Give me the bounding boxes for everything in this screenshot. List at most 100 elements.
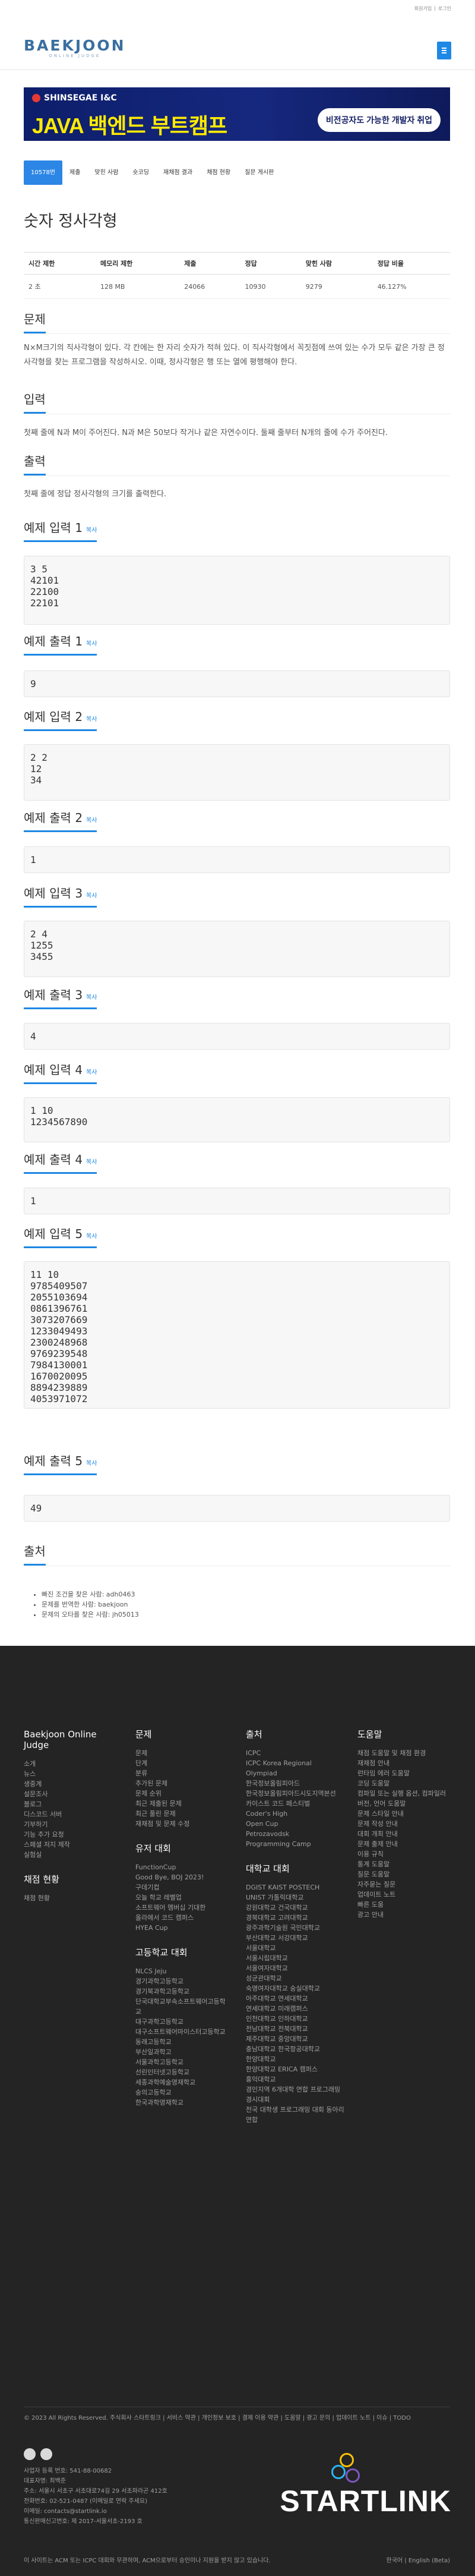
footer-link[interactable]: 올라에서 코드 캠퍼스 <box>135 1913 230 1923</box>
table-cell[interactable]: 9279 <box>300 274 373 299</box>
footer-link[interactable]: 최근 풀린 문제 <box>135 1809 230 1819</box>
footer-link[interactable]: ICPC Korea Regional <box>246 1758 347 1768</box>
tab-board[interactable]: 질문 게시판 <box>238 160 281 185</box>
footer-link[interactable]: 이메일: contacts@startlink.io <box>24 2506 167 2517</box>
footer-link[interactable]: 동래고등학교 <box>135 2037 230 2047</box>
footer-link[interactable]: 전화번호: 02-521-0487 (이메일로 연락 주세요) <box>24 2496 167 2506</box>
footer-link[interactable]: 서울여자대학교 <box>246 1963 347 1973</box>
footer-link[interactable]: 기부하기 <box>24 1819 119 1829</box>
footer-link[interactable]: 소프트웨어 멤버십 기대한 <box>135 1903 230 1913</box>
footer-link[interactable]: 사업자 등록 번호: 541-88-00682 <box>24 2466 167 2476</box>
table-cell[interactable]: 24066 <box>179 274 240 299</box>
footer-link[interactable]: 한양대학교 <box>246 2054 347 2064</box>
copy-button[interactable]: 복사 <box>86 641 97 647</box>
footer-link[interactable]: 충남대학교 한국항공대학교 <box>246 2044 347 2054</box>
copy-button[interactable]: 복사 <box>86 893 97 899</box>
footer-link[interactable]: 인천대학교 인하대학교 <box>246 2014 347 2024</box>
footer-link[interactable]: 실험실 <box>24 1850 119 1860</box>
footer-link[interactable]: UNIST 가톨릭대학교 <box>246 1892 347 1903</box>
footer-link[interactable]: 한국정보올림피아드시도지역본선 <box>246 1788 347 1799</box>
footer-link[interactable]: 아주대학교 연세대학교 <box>246 1994 347 2004</box>
copy-button[interactable]: 복사 <box>86 1233 97 1240</box>
footer-link[interactable]: 설문조사 <box>24 1789 119 1799</box>
copy-button[interactable]: 복사 <box>86 1069 97 1076</box>
login-link[interactable]: 로그인 <box>438 5 451 12</box>
copy-button[interactable]: 복사 <box>86 1460 97 1467</box>
footer-link[interactable]: 블로그 <box>24 1799 119 1809</box>
footer-link[interactable]: 부산대학교 서강대학교 <box>246 1933 347 1943</box>
footer-link[interactable]: 뉴스 <box>24 1769 119 1779</box>
copy-button[interactable]: 복사 <box>86 1159 97 1166</box>
footer-link[interactable]: 서울과학고등학교 <box>135 2057 230 2067</box>
footer-link[interactable]: 런타임 에러 도움말 <box>357 1768 452 1778</box>
footer-link[interactable]: 부산일과학고 <box>135 2047 230 2057</box>
footer-link[interactable]: 컴파일 또는 실행 옵션, 컴파일러 버전, 언어 도움말 <box>357 1788 452 1809</box>
footer-link[interactable]: 홍익대학교 <box>246 2074 347 2084</box>
footer-link[interactable]: 경인지역 6개대학 연합 프로그래밍 경시대회 <box>246 2084 347 2105</box>
footer-link[interactable]: 문제 스타일 안내 <box>357 1809 452 1819</box>
footer-link[interactable]: 분류 <box>135 1768 230 1778</box>
signup-link[interactable]: 회원가입 <box>414 5 432 12</box>
copy-button[interactable]: 복사 <box>86 527 97 534</box>
footer-link[interactable]: 전국 대학생 프로그래밍 대회 동아리 연합 <box>246 2105 347 2125</box>
table-cell[interactable]: 10930 <box>240 274 301 299</box>
footer-link[interactable]: 대표자명: 최백준 <box>24 2476 167 2486</box>
footer-link[interactable]: 코딩 도움말 <box>357 1778 452 1788</box>
tab-problem[interactable]: 10578번 <box>24 160 63 185</box>
footer-link[interactable]: NLCS Jeju <box>135 1966 230 1976</box>
footer-link[interactable]: 단계 <box>135 1758 230 1768</box>
footer-link[interactable]: 한국정보올림피아드 <box>246 1778 347 1788</box>
footer-link[interactable]: 채점 도움말 및 채점 환경 <box>357 1748 452 1758</box>
footer-link[interactable]: 이용 규칙 <box>357 1849 452 1859</box>
footer-link[interactable]: Petrozavodsk <box>246 1829 347 1839</box>
site-logo[interactable]: BAEKJOON ONLINE JUDGE <box>24 37 126 58</box>
footer-link[interactable]: 기능 추가 요청 <box>24 1829 119 1840</box>
footer-link[interactable]: 재채점 및 문제 수정 <box>135 1819 230 1829</box>
footer-link[interactable]: 채점 현황 <box>24 1893 119 1903</box>
copy-button[interactable]: 복사 <box>86 994 97 1001</box>
footer-link[interactable]: 추가된 문제 <box>135 1778 230 1788</box>
footer-link[interactable]: 제주대학교 중앙대학교 <box>246 2034 347 2044</box>
footer-link[interactable]: 업데이트 노트 <box>357 1890 452 1900</box>
footer-link[interactable]: 경기북과학고등학교 <box>135 1986 230 1996</box>
footer-link[interactable]: 광주과학기술원 국민대학교 <box>246 1923 347 1933</box>
footer-link[interactable]: 문제 순위 <box>135 1788 230 1799</box>
footer-link[interactable]: 광고 안내 <box>357 1910 452 1920</box>
footer-link[interactable]: 자주묻는 질문 <box>357 1879 452 1890</box>
footer-link[interactable]: FunctionCup <box>135 1862 230 1872</box>
tab-submit[interactable]: 제출 <box>62 160 87 185</box>
facebook-icon[interactable] <box>24 2448 36 2460</box>
language-selector[interactable]: 한국어 | English (Beta) <box>387 2555 450 2564</box>
footer-link[interactable]: 전남대학교 전북대학교 <box>246 2024 347 2034</box>
footer-link[interactable]: 숙명여자대학교 숭실대학교 <box>246 1983 347 1994</box>
footer-link[interactable]: 오늘 학교 레벨업 <box>135 1892 230 1903</box>
footer-link[interactable]: DGIST KAIST POSTECH <box>246 1882 347 1892</box>
footer-link[interactable]: 대구소프트웨어마이스터고등학교 <box>135 2027 230 2037</box>
footer-link[interactable]: 문제 출제 안내 <box>357 1839 452 1849</box>
footer-link[interactable]: 문제 <box>135 1748 230 1758</box>
tab-short-coding[interactable]: 숏코딩 <box>125 160 156 185</box>
copy-button[interactable]: 복사 <box>86 716 97 723</box>
footer-link[interactable]: Programming Camp <box>246 1839 347 1849</box>
footer-link[interactable]: 구데기컵 <box>135 1882 230 1892</box>
footer-link[interactable]: 통신판매신고번호: 제 2017-서울서초-2193 호 <box>24 2517 167 2527</box>
footer-link[interactable]: 스페셜 저지 제작 <box>24 1840 119 1850</box>
ad-banner[interactable]: SHINSEGAE I&C JAVA 백엔드 부트캠프 비전공자도 가능한 개발… <box>24 87 450 141</box>
footer-link[interactable]: 재채점 안내 <box>357 1758 452 1768</box>
footer-link[interactable]: 카이스트 코드 페스티벌 <box>246 1799 347 1809</box>
tab-rejudge[interactable]: 재채점 결과 <box>156 160 200 185</box>
footer-link[interactable]: 디스코드 서버 <box>24 1809 119 1819</box>
footer-link[interactable]: 숭의고등학교 <box>135 2087 230 2098</box>
footer-link[interactable]: 한양대학교 ERICA 캠퍼스 <box>246 2064 347 2074</box>
footer-link[interactable]: 문제 작성 안내 <box>357 1819 452 1829</box>
footer-link[interactable]: 서울대학교 <box>246 1943 347 1953</box>
footer-legal-links[interactable]: © 2023 All Rights Reserved. 주식회사 스타트링크 |… <box>24 2407 450 2422</box>
footer-link[interactable]: 통계 도움말 <box>357 1859 452 1869</box>
footer-link[interactable]: 경기과학고등학교 <box>135 1976 230 1986</box>
menu-toggle-button[interactable] <box>437 42 451 59</box>
footer-link[interactable]: 최근 제출된 문제 <box>135 1799 230 1809</box>
footer-link[interactable]: 경북대학교 고려대학교 <box>246 1913 347 1923</box>
footer-link[interactable]: 세종과학예술영재학교 <box>135 2077 230 2087</box>
tab-solved[interactable]: 맞힌 사람 <box>87 160 125 185</box>
footer-link[interactable]: Olympiad <box>246 1768 347 1778</box>
